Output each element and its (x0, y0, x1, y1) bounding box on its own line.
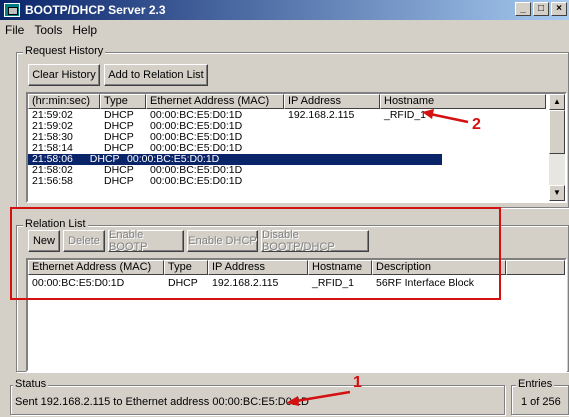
request-history-row[interactable]: 21:58:30 DHCP 00:00:BC:E5:D0:1D (28, 132, 546, 143)
cell-hostname (380, 176, 546, 187)
cell-time: 21:58:02 (32, 165, 73, 176)
cell-mac: 00:00:BC:E5:D0:1D (150, 165, 243, 176)
request-history-scrollbar[interactable]: ▲ ▼ (549, 94, 565, 201)
cell-time: 21:59:02 (32, 121, 73, 132)
relation-list-highlight-box (10, 207, 501, 300)
cell-mac: 00:00:BC:E5:D0:1D (150, 110, 243, 121)
app-icon (4, 3, 20, 17)
maximize-button[interactable]: □ (533, 2, 549, 16)
callout-arrow-1-icon (286, 390, 351, 406)
callout-1-label: 1 (353, 374, 362, 391)
cell-ip (284, 132, 380, 143)
entries-label: Entries (516, 378, 555, 390)
cell-time: 21:58:14 (32, 143, 73, 154)
col-ip[interactable]: IP Address (284, 94, 380, 109)
callout-2-label: 2 (472, 116, 481, 133)
close-button[interactable]: × (551, 2, 567, 16)
cell-ip (284, 165, 380, 176)
cell-ip (284, 143, 380, 154)
scrollbar-thumb[interactable] (549, 110, 565, 154)
cell-time: 21:58:30 (32, 132, 73, 143)
menu-bar: File Tools Help (0, 21, 102, 39)
scroll-up-arrow-icon[interactable]: ▲ (549, 94, 565, 110)
cell-mac: 00:00:BC:E5:D0:1D (127, 154, 220, 165)
cell-type: DHCP (104, 176, 134, 187)
minimize-button[interactable]: _ (515, 2, 531, 16)
status-message: Sent 192.168.2.115 to Ethernet address 0… (15, 396, 309, 408)
request-history-row[interactable]: 21:58:02 DHCP 00:00:BC:E5:D0:1D (28, 165, 546, 176)
scroll-down-arrow-icon[interactable]: ▼ (549, 185, 565, 201)
cell-ip (284, 121, 380, 132)
request-history-row[interactable]: 21:58:06 DHCP 00:00:BC:E5:D0:1D (28, 154, 442, 165)
request-history-label: Request History (23, 45, 106, 57)
cell-hostname (380, 143, 546, 154)
col-type[interactable]: Type (100, 94, 146, 109)
col-hostname[interactable]: Hostname (380, 94, 546, 109)
cell-ip (233, 154, 310, 165)
cell-type: DHCP (104, 165, 134, 176)
menu-tools[interactable]: Tools (29, 23, 67, 37)
cell-hostname (380, 165, 546, 176)
col-rl-spacer (506, 260, 565, 275)
request-history-header: (hr:min:sec) Type Ethernet Address (MAC)… (28, 94, 546, 109)
cell-time: 21:59:02 (32, 110, 73, 121)
cell-mac: 00:00:BC:E5:D0:1D (150, 176, 243, 187)
callout-arrow-2-icon (422, 109, 469, 124)
cell-type: DHCP (104, 110, 134, 121)
menu-file[interactable]: File (0, 23, 29, 37)
cell-time: 21:56:58 (32, 176, 73, 187)
title-bar: BOOTP/DHCP Server 2.3 _ □ × (0, 0, 569, 20)
cell-type: DHCP (104, 121, 134, 132)
request-history-row[interactable]: 21:58:14 DHCP 00:00:BC:E5:D0:1D (28, 143, 546, 154)
request-history-list[interactable]: (hr:min:sec) Type Ethernet Address (MAC)… (26, 92, 567, 203)
window-title: BOOTP/DHCP Server 2.3 (25, 3, 166, 17)
col-time[interactable]: (hr:min:sec) (28, 94, 100, 109)
cell-mac: 00:00:BC:E5:D0:1D (150, 121, 243, 132)
cell-type: DHCP (89, 154, 120, 165)
status-label: Status (13, 378, 49, 390)
cell-type: DHCP (104, 132, 134, 143)
add-to-relation-list-button[interactable]: Add to Relation List (104, 64, 208, 86)
cell-time: 21:58:06 (32, 154, 73, 165)
clear-history-button[interactable]: Clear History (28, 64, 100, 86)
cell-ip (284, 176, 380, 187)
cell-mac: 00:00:BC:E5:D0:1D (150, 143, 243, 154)
cell-hostname (310, 154, 442, 165)
cell-hostname (380, 132, 546, 143)
menu-help[interactable]: Help (67, 23, 102, 37)
entries-count: 1 of 256 (521, 396, 561, 408)
col-mac[interactable]: Ethernet Address (MAC) (146, 94, 284, 109)
request-history-row[interactable]: 21:56:58 DHCP 00:00:BC:E5:D0:1D (28, 176, 546, 187)
cell-type: DHCP (104, 143, 134, 154)
cell-ip: 192.168.2.115 (288, 110, 355, 121)
cell-mac: 00:00:BC:E5:D0:1D (150, 132, 243, 143)
